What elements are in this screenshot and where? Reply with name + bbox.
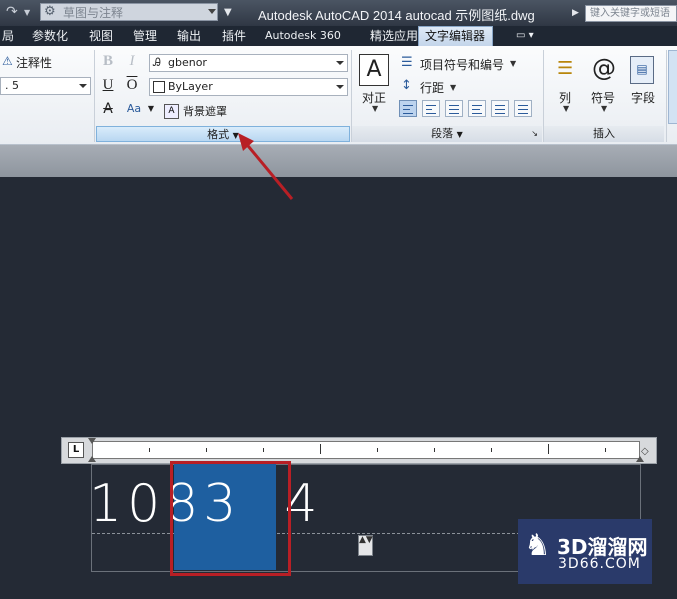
ruler-tick bbox=[605, 448, 606, 452]
search-arrow-icon[interactable]: ▶ bbox=[572, 8, 579, 18]
workspace-select[interactable]: 草图与注释 bbox=[40, 3, 218, 21]
overline-button[interactable]: O bbox=[122, 77, 142, 97]
ruler-tick bbox=[320, 444, 321, 454]
bold-button[interactable]: B bbox=[98, 53, 118, 73]
font-icon: Ꭿ bbox=[153, 56, 161, 69]
insert-panel-label: 插入 bbox=[593, 127, 615, 140]
panel-separator bbox=[666, 50, 667, 142]
font-value: gbenor bbox=[168, 56, 207, 69]
field-button[interactable]: 字段 bbox=[631, 89, 655, 106]
tab-autodesk-360[interactable]: Autodesk 360 bbox=[265, 26, 341, 46]
symbol-icon: @ bbox=[592, 54, 616, 82]
tab-plugins[interactable]: 插件 bbox=[222, 26, 246, 46]
align-default-button[interactable] bbox=[399, 100, 417, 117]
ruler-tick bbox=[377, 448, 378, 452]
tab-featured-apps[interactable]: 精选应用 bbox=[370, 26, 418, 46]
highlight-box bbox=[170, 461, 291, 576]
columns-icon: ☰ bbox=[557, 58, 574, 79]
italic-button[interactable]: I bbox=[122, 53, 142, 73]
deer-logo-icon: ♞ bbox=[524, 528, 551, 563]
color-swatch-icon bbox=[153, 81, 165, 93]
ruler-tick bbox=[491, 448, 492, 452]
tab-parametric[interactable]: 参数化 bbox=[32, 26, 68, 46]
tab-view[interactable]: 视图 bbox=[89, 26, 113, 46]
color-value: ByLayer bbox=[168, 80, 213, 93]
justify-icon: A bbox=[359, 54, 389, 86]
bullets-icon: ☰ bbox=[401, 55, 413, 70]
underline-button[interactable]: U bbox=[98, 77, 118, 97]
align-distribute-button[interactable] bbox=[514, 100, 532, 117]
stack-properties-button[interactable]: ▲▼ bbox=[358, 535, 373, 556]
color-select[interactable]: ByLayer bbox=[149, 78, 348, 96]
ruler-tick bbox=[263, 448, 264, 452]
panel-launcher-icon[interactable]: ↘ bbox=[531, 126, 538, 142]
search-input[interactable]: 键入关键字或短语 bbox=[585, 5, 677, 22]
chevron-down-icon[interactable] bbox=[208, 9, 216, 14]
paragraph-panel-label: 段落 bbox=[431, 127, 454, 140]
ribbon-bottom-strip bbox=[0, 145, 677, 177]
ruler-width-handle[interactable]: ◇ bbox=[641, 446, 649, 457]
gear-icon: ⚙ bbox=[44, 4, 56, 19]
align-left-button[interactable] bbox=[422, 100, 440, 117]
align-right-button[interactable] bbox=[468, 100, 486, 117]
field-icon: ▤ bbox=[630, 56, 654, 84]
insert-panel-title[interactable]: 插入 bbox=[544, 126, 664, 142]
annotation-arrow bbox=[238, 133, 294, 200]
change-case-button[interactable]: Aa bbox=[122, 102, 146, 122]
first-line-indent-handle[interactable] bbox=[88, 438, 96, 444]
next-panel-edge[interactable] bbox=[668, 50, 677, 124]
tab-manage[interactable]: 管理 bbox=[133, 26, 157, 46]
align-justify-button[interactable] bbox=[491, 100, 509, 117]
text-height-value: . 5 bbox=[5, 79, 19, 92]
redo-icon[interactable]: ↷ bbox=[6, 4, 18, 20]
tab-text-editor[interactable]: 文字编辑器 bbox=[418, 26, 493, 46]
annotation-arrow-shaft bbox=[242, 140, 294, 200]
line-spacing-icon: ↕ bbox=[401, 78, 412, 93]
line-spacing-dropdown-icon[interactable]: ▼ bbox=[450, 83, 456, 92]
ruler-tick bbox=[434, 448, 435, 452]
panel-expand-icon[interactable]: ▼ bbox=[457, 130, 463, 139]
window-title: Autodesk AutoCAD 2014 autocad 示例图纸.dwg bbox=[258, 8, 535, 23]
strikethrough-button[interactable]: A bbox=[98, 101, 118, 121]
background-mask-icon: A bbox=[164, 104, 179, 119]
paragraph-panel-title[interactable]: 段落 ▼ ↘ bbox=[352, 126, 542, 142]
bullets-dropdown-icon[interactable]: ▼ bbox=[510, 59, 516, 68]
font-select[interactable]: gbenor bbox=[149, 54, 348, 72]
format-panel-title[interactable]: 格式 ▼ bbox=[96, 126, 350, 142]
ruler-tick bbox=[548, 444, 549, 454]
paragraph-indent-handle[interactable] bbox=[88, 456, 96, 462]
watermark-subtitle: 3D66.COM bbox=[558, 556, 641, 572]
annotative-label[interactable]: 注释性 bbox=[16, 54, 52, 71]
tab-output[interactable]: 输出 bbox=[177, 26, 201, 46]
redo-dropdown-icon[interactable]: ▼ bbox=[24, 8, 30, 17]
symbol-dropdown-icon[interactable]: ▼ bbox=[601, 104, 607, 113]
line-spacing-button[interactable]: 行距 bbox=[420, 79, 444, 96]
ruler-tick bbox=[149, 448, 150, 452]
change-case-dropdown-icon[interactable]: ▼ bbox=[147, 104, 155, 113]
ruler-tick bbox=[206, 448, 207, 452]
tab-extra-icon[interactable]: ▭ ▾ bbox=[516, 26, 534, 46]
align-center-button[interactable] bbox=[445, 100, 463, 117]
tab-type-button[interactable]: L bbox=[68, 442, 84, 458]
columns-dropdown-icon[interactable]: ▼ bbox=[563, 104, 569, 113]
annotative-icon: ⚠ bbox=[2, 54, 13, 68]
bullets-button[interactable]: 项目符号和编号 bbox=[420, 56, 504, 73]
panel-separator bbox=[94, 50, 95, 142]
ruler-scale[interactable] bbox=[92, 441, 640, 459]
quick-access-menu-icon[interactable]: ▼ bbox=[224, 7, 232, 18]
background-mask-button[interactable]: 背景遮罩 bbox=[183, 103, 227, 119]
justify-dropdown-icon[interactable]: ▼ bbox=[372, 104, 378, 113]
format-panel-label: 格式 bbox=[207, 128, 230, 141]
tab-layout[interactable]: 局 bbox=[2, 26, 14, 46]
text-height-select[interactable]: . 5 bbox=[0, 77, 91, 95]
